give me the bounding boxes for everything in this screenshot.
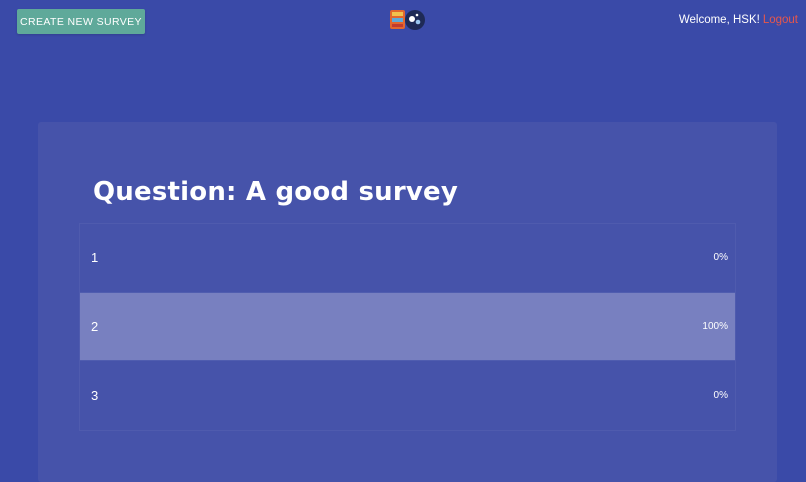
options-list: 1 0% 2 100% 3 0%	[79, 223, 736, 431]
app-logo-icon[interactable]	[388, 7, 426, 33]
top-bar: CREATE NEW SURVEY Welcome, HSK! Logout	[0, 0, 806, 44]
logout-link[interactable]: Logout	[763, 14, 798, 26]
survey-results-card: Question: A good survey 1 0% 2 100% 3 0%	[38, 122, 777, 482]
create-new-survey-button[interactable]: CREATE NEW SURVEY	[17, 9, 145, 34]
question-title: Question: A good survey	[93, 177, 458, 207]
welcome-text: Welcome, HSK!	[678, 14, 760, 26]
welcome-area: Welcome, HSK! Logout	[679, 14, 798, 26]
option-row[interactable]: 1 0%	[80, 224, 735, 293]
option-percent: 0%	[713, 389, 728, 401]
option-percent: 0%	[713, 252, 728, 264]
option-result-bar	[80, 292, 735, 360]
option-label: 3	[91, 387, 99, 403]
option-label: 2	[91, 318, 99, 334]
option-row[interactable]: 3 0%	[80, 361, 735, 430]
option-percent: 100%	[702, 320, 728, 332]
option-label: 1	[91, 250, 99, 266]
option-row[interactable]: 2 100%	[80, 292, 735, 361]
